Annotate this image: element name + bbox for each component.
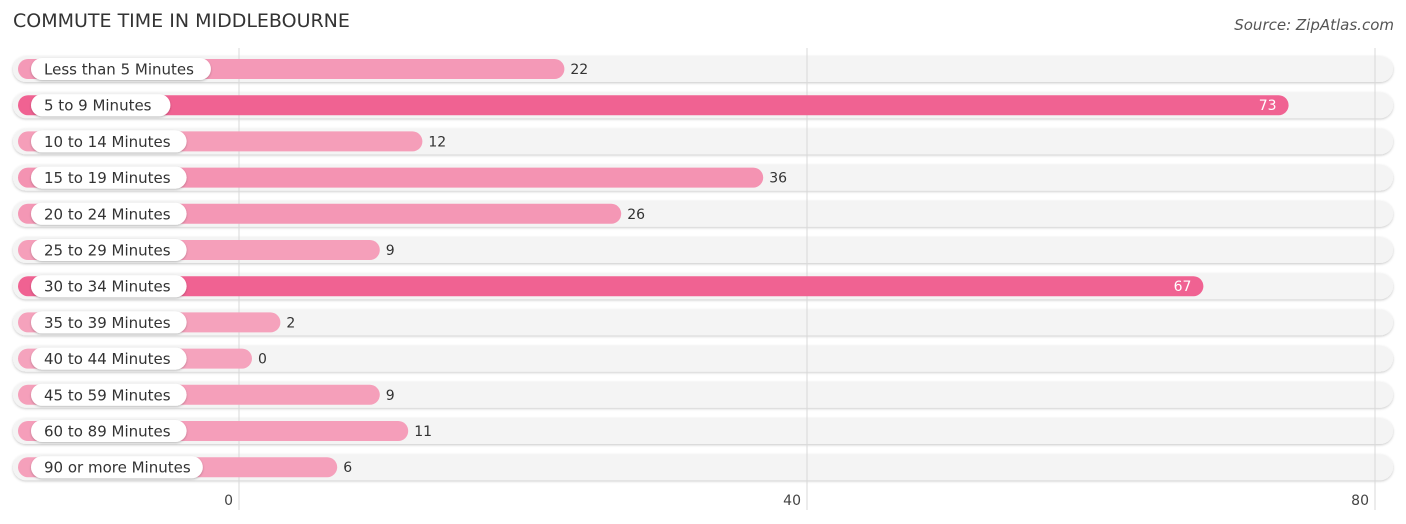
value-label: 9 [386, 388, 395, 404]
x-tick-label: 40 [783, 493, 801, 509]
category-label: 20 to 24 Minutes [44, 205, 171, 223]
value-label: 36 [769, 171, 787, 187]
value-label: 22 [570, 62, 588, 78]
category-label: 90 or more Minutes [44, 459, 191, 477]
value-label: 26 [627, 207, 645, 223]
bar-chart: Less than 5 Minutes 22 5 to 9 Minutes 73 10 … [13, 48, 1393, 510]
x-tick-label: 0 [224, 493, 233, 509]
bar[interactable] [18, 276, 1204, 297]
category-label: 15 to 19 Minutes [44, 169, 171, 187]
category-label: 5 to 9 Minutes [44, 97, 152, 115]
category-label: Less than 5 Minutes [44, 61, 194, 79]
category-label: 40 to 44 Minutes [44, 350, 171, 368]
value-label: 9 [386, 243, 395, 259]
value-label: 2 [286, 315, 295, 331]
value-label: 6 [343, 460, 352, 476]
value-label: 67 [1174, 279, 1192, 295]
category-label: 25 to 29 Minutes [44, 242, 171, 260]
category-label: 10 to 14 Minutes [44, 133, 171, 151]
value-label: 0 [258, 352, 267, 368]
category-label: 45 to 59 Minutes [44, 386, 171, 404]
bar[interactable] [18, 95, 1289, 116]
value-label: 12 [428, 134, 446, 150]
value-label: 11 [414, 424, 432, 440]
category-label: 30 to 34 Minutes [44, 278, 171, 296]
x-tick-label: 80 [1351, 493, 1369, 509]
category-label: 60 to 89 Minutes [44, 423, 171, 441]
category-label: 35 to 39 Minutes [44, 314, 171, 332]
value-label: 73 [1259, 98, 1277, 114]
